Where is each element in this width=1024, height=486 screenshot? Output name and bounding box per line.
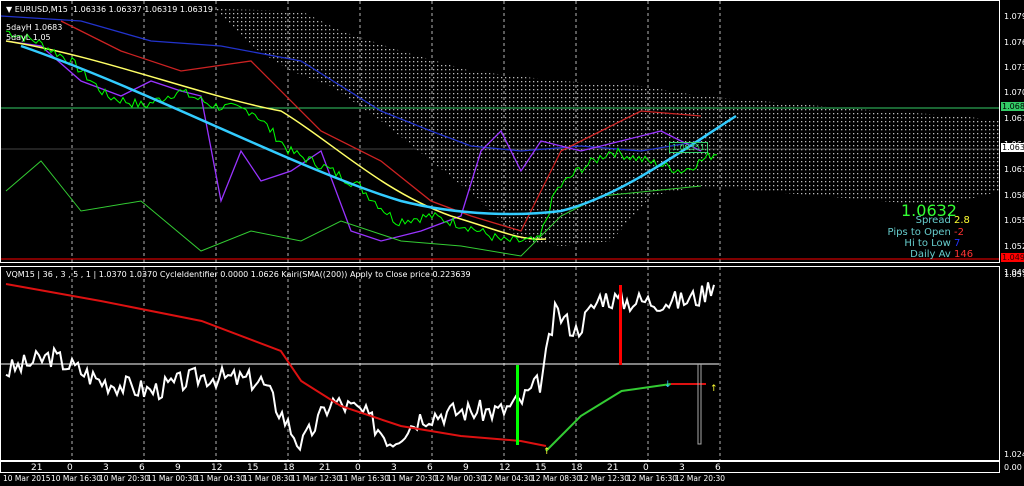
cycle-down-bar	[619, 285, 622, 365]
time-tick-hour: 21	[607, 463, 619, 473]
chart-header: ▼ EURUSD,M15 1.06336 1.06337 1.06319 1.0…	[6, 5, 213, 14]
time-tick-date: 11 Mar 20:30	[387, 474, 438, 483]
current-price-tag: 1.06319	[1001, 143, 1024, 152]
indicator-chart: ↑ ↓ ↑	[1, 267, 721, 460]
time-tick-hour: 3	[391, 463, 397, 473]
price-axis-label: 1.05540	[1004, 216, 1024, 226]
cycle-spike	[697, 364, 702, 445]
time-tick-hour: 9	[463, 463, 469, 473]
pips-to-open-value: -2	[954, 227, 964, 238]
time-tick-date: 10 Mar 2015	[3, 474, 51, 483]
indicator-axis-bottom: 1.024	[1004, 450, 1024, 459]
time-tick-hour: 3	[679, 463, 685, 473]
time-tick-hour: 15	[535, 463, 547, 473]
up-arrow-icon: ↑	[710, 384, 718, 394]
time-tick-date: 11 Mar 04:30	[195, 474, 246, 483]
time-tick-date: 12 Mar 04:30	[483, 474, 534, 483]
price-axis-label: 1.07040	[1004, 88, 1024, 98]
main-chart-panel[interactable]: ▼ EURUSD,M15 1.06336 1.06337 1.06319 1.0…	[0, 0, 1000, 263]
time-tick-date: 12 Mar 12:30	[579, 474, 630, 483]
cycle-up-bar	[516, 365, 519, 445]
time-tick-hour: 12	[211, 463, 223, 473]
indicator-panel[interactable]: VQM15 | 36 , 3 , 5 , 1 | 1.0370 1.0370 C…	[0, 266, 1000, 461]
up-arrow-icon: ↑	[543, 447, 551, 457]
time-tick-hour: 9	[175, 463, 181, 473]
pips-to-open-label: Pips to Open	[887, 227, 951, 238]
time-tick-hour: 15	[247, 463, 259, 473]
time-tick-date: 11 Mar 00:30	[147, 474, 198, 483]
time-tick-date: 11 Mar 12:30	[291, 474, 342, 483]
ohlc-values: 1.06336 1.06337 1.06319 1.06319	[72, 5, 213, 14]
indicator-axis-zero: 0.00	[1004, 463, 1022, 472]
indicator-header: VQM15 | 36 , 3 , 5 , 1 | 1.0370 1.0370 C…	[6, 270, 471, 279]
time-tick-date: 10 Mar 20:30	[99, 474, 150, 483]
spread-label: Spread	[915, 215, 951, 226]
price-axis-label: 1.07935	[1004, 12, 1024, 21]
indicator-axis-top: 1.0572	[1004, 270, 1024, 279]
time-tick-date: 12 Mar 16:30	[627, 474, 678, 483]
time-tick-date: 12 Mar 20:30	[675, 474, 726, 483]
time-tick-hour: 21	[31, 463, 43, 473]
time-tick-hour: 21	[319, 463, 331, 473]
price-axis-label: 1.05840	[1004, 190, 1024, 200]
time-tick-hour: 6	[427, 463, 433, 473]
green-line-price-tag: 1.06806	[1001, 102, 1024, 111]
time-tick-date: 11 Mar 16:30	[339, 474, 390, 483]
time-tick-date: 11 Mar 08:30	[243, 474, 294, 483]
price-axis-label: 1.07635	[1004, 37, 1024, 47]
time-tick-hour: 3	[103, 463, 109, 473]
price-box-label: 1.06351	[669, 142, 709, 153]
time-tick-hour: 6	[715, 463, 721, 473]
hi-to-low-value: 7	[954, 238, 961, 249]
time-tick-date: 10 Mar 16:30	[51, 474, 102, 483]
hi-to-low-label: Hi to Low	[904, 238, 951, 249]
red-line-price-tag: 1.04907	[1001, 253, 1024, 262]
down-arrow-icon: ↓	[664, 380, 672, 390]
indicator-red-line	[5, 283, 547, 447]
time-tick-hour: 18	[283, 463, 295, 473]
symbol-label: EURUSD,M15	[14, 5, 68, 14]
price-axis-label: 1.06140	[1004, 165, 1024, 175]
time-tick-hour: 18	[571, 463, 583, 473]
price-axis-label: 1.07335	[1004, 63, 1024, 73]
time-tick-hour: 0	[643, 463, 649, 473]
time-tick-date: 12 Mar 08:30	[531, 474, 582, 483]
five-day-low-label: 5dayL 1.05	[6, 33, 51, 42]
indicator-green-line	[545, 383, 671, 452]
price-axis-label: 1.05240	[1004, 241, 1024, 251]
time-tick-hour: 0	[355, 463, 361, 473]
time-tick-hour: 0	[67, 463, 73, 473]
time-tick-date: 12 Mar 00:30	[435, 474, 486, 483]
time-tick-hour: 6	[139, 463, 145, 473]
price-chart	[1, 1, 999, 262]
daily-avg-label: Daily Av	[910, 249, 951, 260]
daily-avg-value: 146	[954, 249, 974, 260]
time-tick-hour: 12	[499, 463, 511, 473]
spread-value: 2.8	[954, 215, 970, 226]
price-axis-label: 1.06740	[1004, 113, 1024, 123]
five-day-high-label: 5dayH 1.0683	[6, 23, 63, 32]
